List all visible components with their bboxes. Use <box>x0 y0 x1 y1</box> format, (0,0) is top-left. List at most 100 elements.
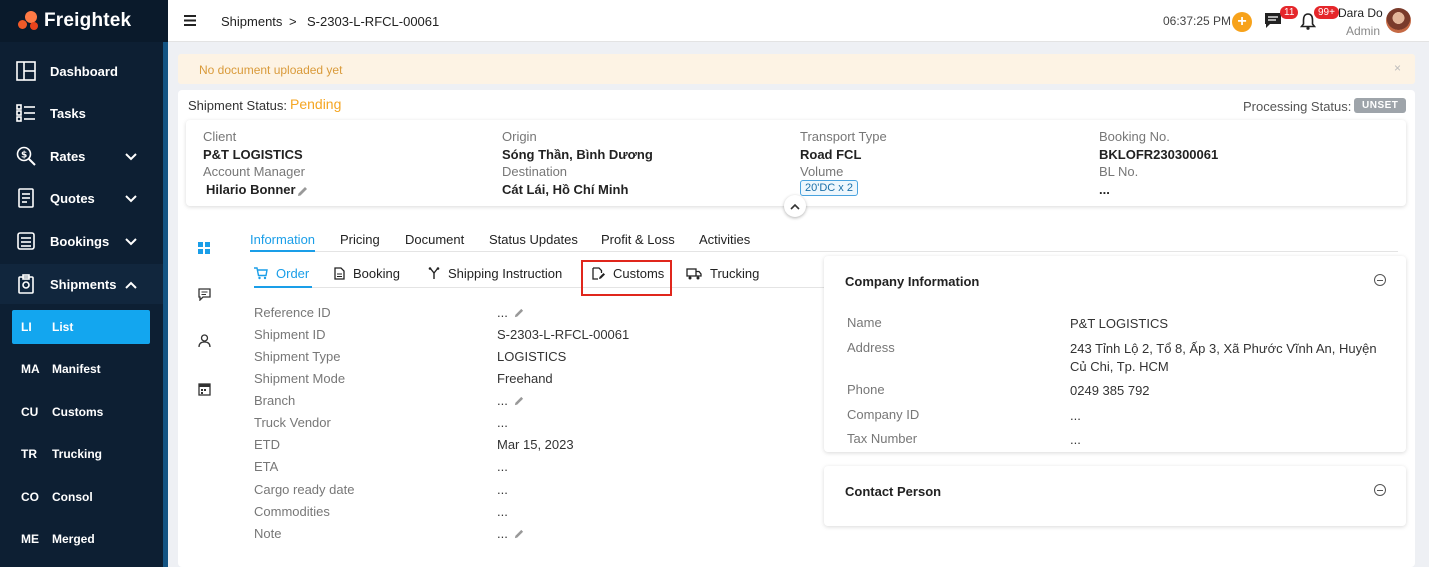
close-icon[interactable]: × <box>1394 61 1401 75</box>
sidebar-sub-merged[interactable]: ME Merged <box>12 522 150 556</box>
transport-label: Transport Type <box>800 129 887 144</box>
company-value: 0249 385 792 <box>1070 383 1150 398</box>
company-label: Name <box>847 315 882 330</box>
app-name: Freightek <box>44 10 132 31</box>
sidebar-sub-customs[interactable]: CU Customs <box>12 395 150 429</box>
field-value: ... <box>497 526 524 542</box>
company-info-card: Company Information Name P&T LOGISTICS A… <box>824 256 1406 452</box>
sidebar-item-quotes[interactable]: Quotes <box>0 178 163 218</box>
booking-no-label: Booking No. <box>1099 129 1170 144</box>
field-value: ... <box>497 393 524 409</box>
tab-status-updates[interactable]: Status Updates <box>489 232 578 247</box>
calendar-icon[interactable] <box>198 382 211 399</box>
sidebar-sub-list[interactable]: LI List <box>12 310 150 344</box>
field-value: Freehand <box>497 371 553 386</box>
add-button[interactable]: + <box>1232 12 1252 32</box>
tab-profit-loss[interactable]: Profit & Loss <box>601 232 675 247</box>
edit-icon[interactable] <box>514 527 524 542</box>
sidebar-item-rates[interactable]: $ Rates <box>0 136 163 176</box>
chat-icon[interactable] <box>1264 12 1282 32</box>
sidebar-item-shipments[interactable]: Shipments <box>0 264 163 304</box>
breadcrumb-root[interactable]: Shipments <box>221 14 282 29</box>
avatar[interactable] <box>1386 8 1411 33</box>
subtab-label: Shipping Instruction <box>448 266 563 281</box>
field-value: ... <box>497 504 508 519</box>
truck-icon <box>686 267 702 280</box>
client-value: P&T LOGISTICS <box>203 147 303 162</box>
sub-abbr: LI <box>21 320 32 334</box>
person-icon[interactable] <box>198 334 211 351</box>
sub-label: Consol <box>52 490 93 504</box>
sidebar-scrollbar[interactable] <box>163 42 168 567</box>
field-value: S-2303-L-RFCL-00061 <box>497 327 630 342</box>
field-value: ... <box>497 415 508 430</box>
processing-status-label: Processing Status: <box>1243 99 1352 114</box>
sidebar-item-tasks[interactable]: Tasks <box>0 93 163 133</box>
edit-icon[interactable] <box>514 394 524 409</box>
grid-icon[interactable] <box>198 242 210 257</box>
sidebar-sub-consol[interactable]: CO Consol <box>12 480 150 514</box>
logo-icon <box>18 11 40 31</box>
sub-abbr: TR <box>21 447 37 461</box>
collapse-button[interactable] <box>784 195 806 217</box>
status-value: Pending <box>290 96 342 112</box>
booking-no-value: BKLOFR230300061 <box>1099 147 1219 162</box>
field-label: Commodities <box>254 504 330 519</box>
chevron-down-icon <box>125 234 137 249</box>
branch-value: ... <box>497 393 508 408</box>
transport-value: Road FCL <box>800 147 862 162</box>
sub-abbr: ME <box>21 532 39 546</box>
logo[interactable]: Freightek <box>0 0 168 42</box>
highlight-box <box>581 260 672 296</box>
subtab-order[interactable]: Order <box>254 266 309 281</box>
sidebar-item-dashboard[interactable]: Dashboard <box>0 51 163 91</box>
breadcrumb-separator: > <box>289 14 297 29</box>
breadcrumb-current: S-2303-L-RFCL-00061 <box>307 14 440 29</box>
sub-label: Merged <box>52 532 95 546</box>
field-label: Cargo ready date <box>254 482 355 497</box>
field-value: ... <box>497 459 508 474</box>
document-alert: No document uploaded yet × <box>178 54 1415 84</box>
company-label: Phone <box>847 382 885 397</box>
subtab-trucking[interactable]: Trucking <box>686 266 759 281</box>
collapse-icon[interactable] <box>1374 484 1386 496</box>
field-label: Branch <box>254 393 296 408</box>
processing-status-badge[interactable]: UNSET <box>1354 98 1407 113</box>
status-label: Shipment Status: <box>188 98 287 113</box>
menu-icon[interactable] <box>184 14 196 29</box>
sidebar-sub-trucking[interactable]: TR Trucking <box>12 437 150 471</box>
field-label: Truck Vendor <box>254 415 331 430</box>
sidebar-item-bookings[interactable]: Bookings <box>0 221 163 261</box>
user-name[interactable]: Dara Do <box>1338 6 1383 20</box>
collapse-icon[interactable] <box>1374 274 1386 286</box>
subtab-booking[interactable]: Booking <box>334 266 400 281</box>
sidebar-item-label: Rates <box>50 148 86 164</box>
subtab-label: Order <box>276 266 310 281</box>
field-label: Shipment Type <box>254 349 341 364</box>
field-label: Shipment ID <box>254 327 326 342</box>
edit-icon[interactable] <box>514 306 524 321</box>
edit-icon[interactable] <box>297 185 308 200</box>
field-value: ... <box>497 305 524 321</box>
volume-label: Volume <box>800 164 844 179</box>
origin-label: Origin <box>502 129 537 144</box>
sidebar-sub-manifest[interactable]: MA Manifest <box>12 352 150 386</box>
sub-abbr: CU <box>21 405 39 419</box>
subtab-label: Trucking <box>710 266 760 281</box>
manager-value: Hilario Bonner <box>206 182 296 197</box>
bell-icon[interactable] <box>1299 13 1317 33</box>
chevron-up-icon <box>125 277 137 292</box>
reference-id-value: ... <box>497 305 508 320</box>
tab-pricing[interactable]: Pricing <box>340 232 380 247</box>
tab-information[interactable]: Information <box>250 232 315 247</box>
tab-document[interactable]: Document <box>405 232 464 247</box>
subtab-shipping-instruction[interactable]: Shipping Instruction <box>428 266 562 281</box>
sidebar-item-label: Tasks <box>50 105 86 121</box>
content: No document uploaded yet × Shipment Stat… <box>178 42 1415 567</box>
message-icon[interactable] <box>198 288 211 304</box>
field-value: ... <box>497 482 508 497</box>
company-value: ... <box>1070 408 1081 423</box>
tab-activities[interactable]: Activities <box>699 232 750 247</box>
fork-icon <box>428 267 440 280</box>
sub-label: Customs <box>52 405 104 419</box>
